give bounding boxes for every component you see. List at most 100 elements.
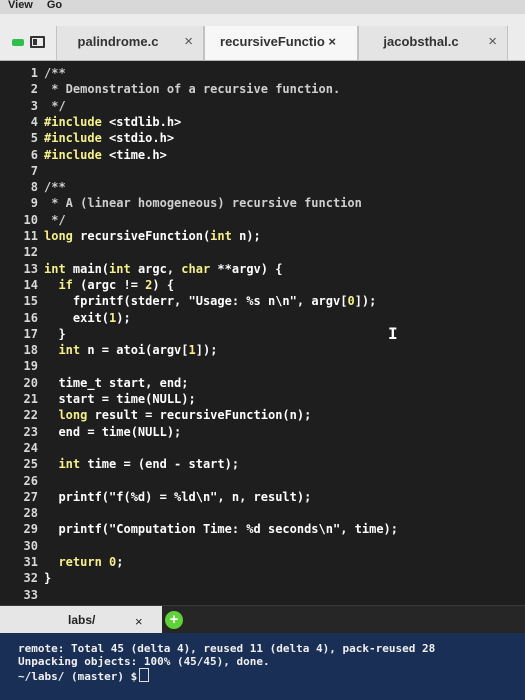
code-line[interactable]: 28 — [0, 505, 520, 521]
code-text: /** — [44, 65, 66, 81]
code-line[interactable]: 14 if (argc != 2) { — [0, 277, 520, 293]
tab-recursivefunction[interactable]: recursiveFunctio × — [204, 26, 358, 60]
terminal-tab-label: labs/ — [68, 613, 96, 627]
code-text: return 0; — [44, 554, 124, 570]
code-token: /** — [44, 66, 66, 80]
add-terminal-button[interactable]: + — [165, 611, 183, 629]
code-line[interactable]: 21 start = time(NULL); — [0, 391, 520, 407]
menu-item-view[interactable]: View — [8, 0, 33, 11]
code-token: argc, — [137, 261, 182, 276]
code-token: main( — [72, 261, 110, 276]
code-token: #include — [44, 131, 110, 146]
tab-label: recursiveFunctio × — [220, 34, 336, 49]
code-line[interactable]: 26 — [0, 473, 520, 489]
code-text: * Demonstration of a recursive function. — [44, 81, 340, 97]
code-line[interactable]: 16 exit(1); — [0, 310, 520, 326]
code-line[interactable]: 8 /** — [0, 179, 520, 195]
line-number: 10 — [23, 212, 38, 227]
line-number: 23 — [23, 424, 38, 439]
code-token: time_t start, end; — [44, 375, 189, 390]
terminal-prompt[interactable]: ~/labs/ (master) $ — [18, 668, 150, 683]
code-text: */ — [44, 212, 66, 228]
code-line[interactable]: 9 * A (linear homogeneous) recursive fun… — [0, 195, 520, 211]
code-editor[interactable]: I 1/** 2 * Demonstration of a recursive f… — [0, 61, 525, 605]
code-line[interactable]: 3 */ — [0, 98, 520, 114]
code-line[interactable]: 22 long result = recursiveFunction(n); — [0, 407, 520, 423]
code-line[interactable]: 6 #include <time.h> — [0, 147, 520, 163]
code-line[interactable]: 25 int time = (end - start); — [0, 456, 520, 472]
code-line[interactable]: 27 printf("f(%d) = %ld\n", n, result); — [0, 489, 520, 505]
code-line[interactable]: 31 return 0; — [0, 554, 520, 570]
code-token: printf("f(%d) = %ld\n", n, result); — [44, 489, 312, 504]
code-token: } — [44, 571, 52, 586]
line-number: 28 — [23, 506, 38, 521]
terminal-tab-labs[interactable]: labs/ × — [0, 606, 162, 634]
terminal-line: remote: Total 45 (delta 4), reused 11 (d… — [18, 642, 436, 655]
code-token: int — [210, 229, 240, 243]
code-line[interactable]: 24 — [0, 440, 520, 456]
code-line[interactable]: 5 #include <stdio.h> — [0, 130, 520, 146]
code-text: long recursiveFunction(int n); — [44, 228, 261, 244]
code-text: #include <time.h> — [44, 147, 167, 163]
code-line[interactable]: 7 — [0, 163, 520, 179]
code-line[interactable]: 30 — [0, 538, 520, 554]
file-icon[interactable] — [30, 36, 45, 48]
close-icon[interactable]: × — [135, 614, 143, 629]
code-token: */ — [44, 212, 66, 227]
code-line[interactable]: 17 } — [0, 326, 520, 342]
code-line[interactable]: 2 * Demonstration of a recursive functio… — [0, 81, 520, 97]
code-text: /** — [44, 179, 66, 195]
code-line[interactable]: 33 — [0, 587, 520, 603]
code-line[interactable]: 13 int main(int argc, char **argv) { — [0, 261, 520, 277]
line-number: 22 — [23, 408, 38, 423]
code-token: int — [44, 457, 88, 472]
code-line[interactable]: 20 time_t start, end; — [0, 375, 520, 391]
code-token: **argv) { — [217, 261, 283, 276]
code-line[interactable]: 23 end = time(NULL); — [0, 424, 520, 440]
close-icon[interactable]: × — [488, 33, 497, 50]
code-token: */ — [44, 98, 66, 113]
terminal-panel[interactable]: remote: Total 45 (delta 4), reused 11 (d… — [0, 633, 525, 700]
code-line[interactable]: 10 */ — [0, 212, 520, 228]
code-text: */ — [44, 98, 66, 114]
code-token: start = time(NULL); — [44, 392, 196, 406]
code-token: int — [109, 261, 138, 276]
line-number: 24 — [23, 440, 38, 455]
line-number: 2 — [30, 82, 38, 97]
line-number: 27 — [23, 489, 38, 504]
code-token: <stdlib.h> — [109, 114, 182, 129]
code-line[interactable]: 12 — [0, 244, 520, 260]
code-line[interactable]: 32} — [0, 570, 520, 586]
code-line[interactable]: 18 int n = atoi(argv[1]); — [0, 342, 520, 358]
code-line[interactable]: 11 long recursiveFunction(int n); — [0, 228, 520, 244]
line-number: 9 — [30, 196, 38, 211]
code-token: #include — [44, 114, 110, 129]
menu-bar: View Go — [0, 0, 525, 14]
code-line[interactable]: 4 #include <stdlib.h> — [0, 114, 520, 130]
code-line[interactable]: 19 — [0, 358, 520, 374]
code-token: ]); — [195, 343, 218, 358]
code-line[interactable]: 1 /** — [0, 65, 520, 81]
line-number: 17 — [23, 326, 38, 341]
line-number: 33 — [23, 587, 38, 602]
line-number: 11 — [23, 229, 38, 243]
code-token: return — [44, 555, 110, 569]
code-token: #include — [44, 147, 110, 162]
code-token: ; — [116, 555, 124, 569]
tab-palindrome[interactable]: palindrome.c × — [56, 26, 204, 60]
line-number: 7 — [30, 163, 38, 178]
code-token: * Demonstration of a recursive function. — [44, 82, 341, 97]
code-line[interactable]: 29 printf("Computation Time: %d seconds\… — [0, 521, 520, 537]
code-token: ]); — [354, 294, 377, 309]
code-token: fprintf(stderr, — [44, 294, 189, 309]
tab-jacobsthal[interactable]: jacobsthal.c × — [358, 26, 508, 60]
code-text: long result = recursiveFunction(n); — [44, 407, 311, 423]
line-number: 13 — [23, 261, 38, 276]
status-indicator — [12, 39, 24, 46]
close-icon[interactable]: × — [184, 33, 193, 50]
tab-label: palindrome.c — [77, 34, 159, 49]
terminal-line: Unpacking objects: 100% (45/45), done. — [18, 655, 270, 668]
menu-item-go[interactable]: Go — [47, 0, 62, 11]
code-token: 0 — [347, 294, 355, 309]
code-line[interactable]: 15 fprintf(stderr, "Usage: %s n\n", argv… — [0, 293, 520, 309]
